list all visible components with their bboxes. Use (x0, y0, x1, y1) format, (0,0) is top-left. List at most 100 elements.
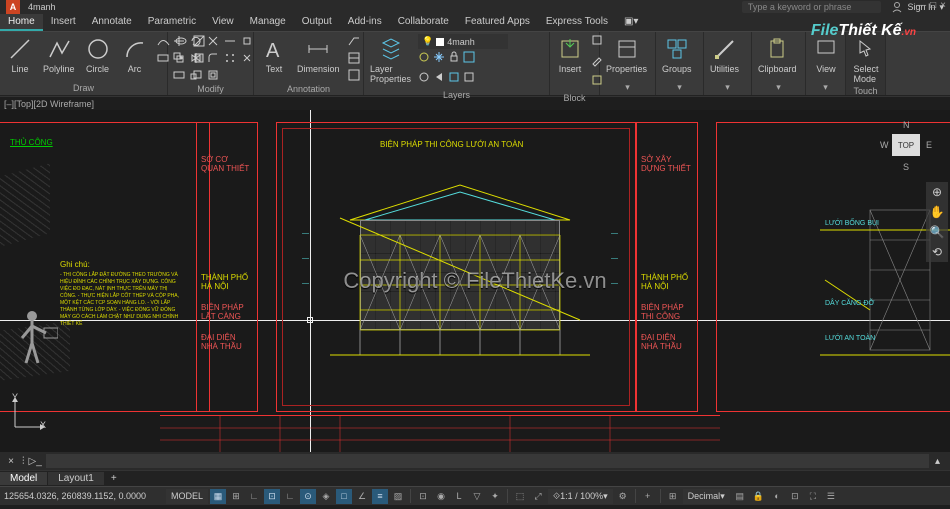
tool-mirror-icon[interactable] (189, 51, 204, 66)
lineweight-icon[interactable]: ≡ (372, 489, 388, 504)
tool-rotate-icon[interactable] (189, 34, 204, 49)
tool-text[interactable]: AText (258, 34, 290, 75)
units-dropdown[interactable]: Decimal ▾ (683, 489, 730, 504)
drawing-canvas[interactable]: THỦ CÔNG Ghi chú: - THI CÔNG LẮP ĐẶT ĐƯỜ… (0, 110, 950, 452)
units-icon[interactable]: ⊞ (665, 489, 681, 504)
tool-trim-icon[interactable] (206, 34, 221, 49)
tool-select-mode[interactable]: Select Mode (850, 34, 882, 85)
cmdline-handle-icon[interactable]: ⫶ (18, 456, 29, 467)
tool-mtext-icon[interactable] (347, 68, 362, 83)
tool-properties[interactable]: Properties (604, 34, 649, 75)
osnap-icon[interactable]: □ (336, 489, 352, 504)
layer-walk-icon[interactable] (463, 71, 476, 89)
navbar-orbit-icon[interactable]: ⟲ (932, 245, 942, 259)
navbar-steering-icon[interactable]: ⊕ (932, 185, 942, 199)
tab-output[interactable]: Output (294, 14, 340, 31)
layer-off-icon[interactable] (418, 51, 431, 69)
tool-utilities[interactable]: Utilities (708, 34, 741, 75)
tool-table-icon[interactable] (347, 51, 362, 66)
otrack-icon[interactable]: ∠ (354, 489, 370, 504)
app-icon[interactable]: A (6, 0, 20, 14)
layer-freeze-icon[interactable] (433, 51, 446, 69)
tab-model[interactable]: Model (0, 472, 47, 485)
tool-erase-icon[interactable] (240, 34, 255, 49)
layer-dropdown[interactable]: 💡 4manh (418, 34, 508, 49)
selection-filter-icon[interactable]: ▽ (469, 489, 485, 504)
tool-stretch-icon[interactable] (172, 68, 187, 83)
layer-state-icon[interactable] (448, 71, 461, 89)
customize-icon[interactable]: ☰ (823, 489, 839, 504)
layer-lock-icon[interactable] (448, 51, 461, 69)
grid-icon[interactable]: ▦ (210, 489, 226, 504)
clean-screen-icon[interactable]: ⛶ (805, 489, 821, 504)
tool-fillet-icon[interactable] (206, 51, 221, 66)
panel-label[interactable]: ▾ (708, 81, 747, 93)
tool-line[interactable]: Line (4, 34, 36, 75)
panel-label[interactable]: ▾ (604, 81, 651, 93)
dynamic-input-icon[interactable]: ⊡ (264, 489, 280, 504)
tab-annotate[interactable]: Annotate (84, 14, 140, 31)
annotation-monitor-icon[interactable]: + (640, 489, 656, 504)
tab-manage[interactable]: Manage (242, 14, 294, 31)
tab-insert[interactable]: Insert (43, 14, 84, 31)
tab-home[interactable]: Home (0, 14, 43, 31)
tab-parametric[interactable]: Parametric (140, 14, 204, 31)
add-layout-icon[interactable]: + (105, 473, 123, 484)
tool-offset-icon[interactable] (206, 68, 221, 83)
tool-insert-block[interactable]: Insert (554, 34, 586, 75)
tab-collaborate[interactable]: Collaborate (390, 14, 457, 31)
panel-label[interactable]: Modify (172, 83, 249, 94)
coordinates[interactable]: 125654.0326, 260839.1152, 0.0000 (4, 491, 164, 501)
help-search[interactable]: Type a keyword or phrase (742, 1, 882, 13)
isolate-icon[interactable]: ◐ (769, 489, 785, 504)
infer-icon[interactable]: ∟ (246, 489, 262, 504)
tool-layer-properties[interactable]: Layer Properties (368, 34, 413, 85)
layer-match-icon[interactable] (463, 51, 476, 69)
anno-scale[interactable]: ⟐ 1:1 / 100% ▾ (548, 489, 613, 504)
tool-view[interactable]: View (810, 34, 842, 75)
cmdline-recent-icon[interactable]: ▴ (929, 456, 946, 467)
gizmo-icon[interactable]: ✦ (487, 489, 503, 504)
dynamic-ucs-icon[interactable]: L (451, 489, 467, 504)
tab-express-tools[interactable]: Express Tools (538, 14, 616, 31)
workspace-icon[interactable]: ⚙ (615, 489, 631, 504)
lock-ui-icon[interactable]: 🔒 (750, 489, 767, 504)
tab-view[interactable]: View (204, 14, 242, 31)
3dosnap-icon[interactable]: ◉ (433, 489, 449, 504)
annotation-visibility-icon[interactable]: ⬚ (512, 489, 528, 504)
viewcube-face[interactable]: TOP (892, 134, 920, 156)
maximize-icon[interactable]: □ (930, 0, 936, 11)
panel-label[interactable]: Layers (368, 89, 545, 100)
tool-move-icon[interactable] (172, 34, 187, 49)
selection-cycling-icon[interactable]: ⊡ (415, 489, 431, 504)
panel-label[interactable]: ▾ (756, 81, 801, 93)
ortho-icon[interactable]: ∟ (282, 489, 298, 504)
tool-scale-icon[interactable] (189, 68, 204, 83)
view-cube[interactable]: N S W E TOP (880, 120, 932, 172)
tab-overflow[interactable]: ▣▾ (616, 14, 646, 31)
tool-polyline[interactable]: Polyline (41, 34, 77, 75)
panel-label[interactable]: Draw (4, 82, 163, 93)
tool-copy-icon[interactable] (172, 51, 187, 66)
tool-arc[interactable]: Arc (119, 34, 151, 75)
tab-layout1[interactable]: Layout1 (48, 472, 104, 485)
navbar-zoom-icon[interactable]: 🔍 (930, 225, 945, 239)
hardware-accel-icon[interactable]: ⊡ (787, 489, 803, 504)
tool-dimension[interactable]: Dimension (295, 34, 342, 75)
panel-label[interactable]: Block (554, 92, 595, 103)
panel-label[interactable]: ▾ (660, 81, 699, 93)
layer-iso-icon[interactable] (418, 71, 431, 89)
minimize-icon[interactable]: — (916, 0, 926, 11)
close-icon[interactable]: × (940, 0, 946, 11)
tool-clipboard[interactable]: Clipboard (756, 34, 799, 75)
isodraft-icon[interactable]: ◈ (318, 489, 334, 504)
quick-properties-icon[interactable]: ▤ (732, 489, 748, 504)
tab-featured-apps[interactable]: Featured Apps (457, 14, 538, 31)
tool-circle[interactable]: Circle (82, 34, 114, 75)
status-model-button[interactable]: MODEL (166, 489, 208, 504)
tool-leader-icon[interactable] (347, 34, 362, 49)
tab-addins[interactable]: Add-ins (340, 14, 390, 31)
panel-label[interactable]: ▾ (810, 81, 841, 93)
transparency-icon[interactable]: ▨ (390, 489, 406, 504)
snap-icon[interactable]: ⊞ (228, 489, 244, 504)
